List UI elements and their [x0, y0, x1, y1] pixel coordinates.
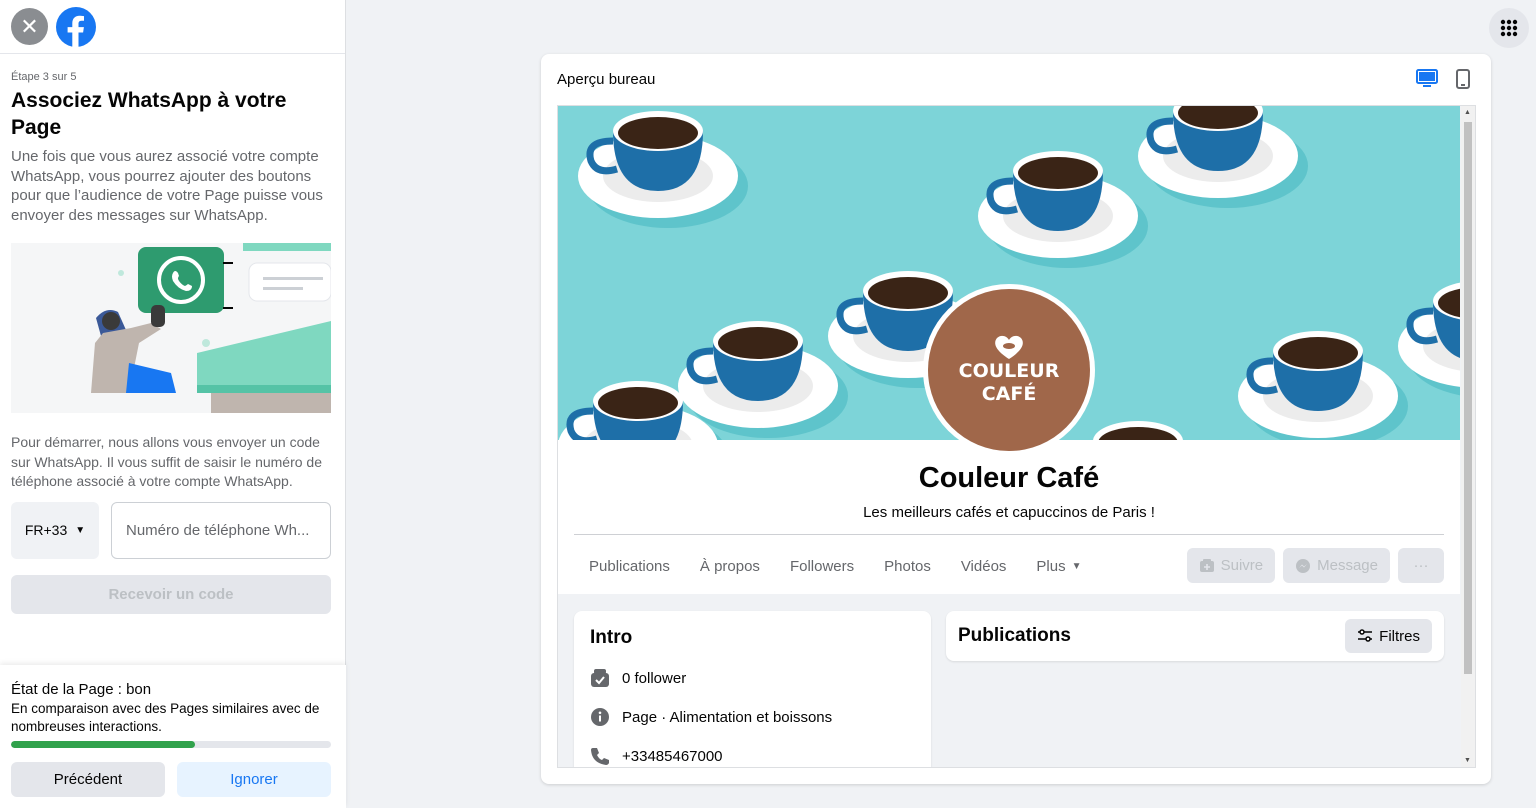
apps-menu-icon[interactable] — [1489, 8, 1529, 48]
panel-description: Une fois que vous aurez associé votre co… — [11, 148, 323, 224]
info-icon — [591, 708, 609, 726]
step-indicator: Étape 3 sur 5 — [11, 71, 77, 83]
tab-followers[interactable]: Followers — [775, 548, 869, 584]
close-icon[interactable]: ✕ — [11, 8, 48, 45]
heart-cup-icon — [995, 335, 1023, 359]
publications-title: Publications — [958, 625, 1071, 646]
facebook-logo-icon[interactable] — [56, 6, 96, 47]
left-content: Étape 3 sur 5 Associez WhatsApp à votre … — [0, 54, 345, 614]
intro-followers-row: 0 follower — [590, 668, 915, 688]
grid-dots-icon — [1500, 19, 1518, 37]
preview-frame: COULEUR CAFÉ Couleur Café Les meilleurs … — [557, 105, 1476, 768]
follow-button[interactable]: Suivre — [1186, 548, 1276, 583]
caret-down-icon: ▼ — [1071, 560, 1082, 572]
message-label: Message — [1317, 557, 1378, 574]
page-tagline: Les meilleurs cafés et capuccinos de Par… — [863, 504, 1155, 521]
follow-icon — [1199, 558, 1214, 572]
receive-code-button[interactable]: Recevoir un code — [11, 574, 331, 614]
preview-scrollbar[interactable]: ▲ ▼ — [1461, 106, 1475, 767]
help-text: Pour démarrer, nous allons vous envoyer … — [11, 434, 322, 489]
scroll-up-icon[interactable]: ▲ — [1464, 109, 1471, 116]
filters-button[interactable]: Filtres — [1345, 619, 1432, 653]
page-tabs: Publications À propos Followers Photos V… — [574, 548, 1097, 584]
intro-title: Intro — [590, 627, 633, 648]
category-label: Page — [622, 708, 658, 726]
tab-photos[interactable]: Photos — [869, 548, 946, 584]
progress-fill — [11, 741, 195, 748]
mobile-icon[interactable] — [1451, 67, 1475, 91]
phone-number: +33485467000 — [622, 747, 723, 765]
intro-phone-row: +33485467000 — [590, 746, 915, 766]
footer-buttons: Précédent Ignorer — [11, 762, 335, 797]
whatsapp-illustration — [11, 243, 331, 413]
profile-picture[interactable]: COULEUR CAFÉ — [923, 284, 1095, 456]
message-button[interactable]: Message — [1283, 548, 1390, 583]
panel-footer: État de la Page : bon En comparaison ave… — [0, 665, 346, 808]
ignore-button[interactable]: Ignorer — [177, 762, 331, 797]
top-bar: ✕ — [0, 0, 345, 54]
phone-row: FR+33 ▼ — [11, 501, 334, 559]
phone-icon — [591, 748, 609, 765]
desktop-preview-card: Aperçu bureau COULEUR CAFÉ Couleur Café … — [541, 54, 1491, 784]
logo-line-1: COULEUR — [958, 360, 1060, 382]
page-state-description: En comparaison avec des Pages similaires… — [11, 701, 320, 734]
page-state-title: État de la Page : bon — [11, 681, 152, 698]
followers-icon — [591, 669, 609, 687]
publications-card: Publications Filtres — [946, 611, 1444, 661]
page-name: Couleur Café — [918, 462, 1100, 494]
category-value: · Alimentation et boissons — [657, 708, 833, 726]
page-header-card: COULEUR CAFÉ Couleur Café Les meilleurs … — [558, 106, 1460, 594]
follow-label: Suivre — [1220, 557, 1264, 574]
page-state-progress — [11, 741, 331, 748]
logo-line-2: CAFÉ — [981, 383, 1037, 405]
tab-about[interactable]: À propos — [685, 548, 775, 584]
left-panel: ✕ Étape 3 sur 5 Associez WhatsApp à votr… — [0, 0, 346, 808]
divider — [574, 534, 1444, 535]
messenger-icon — [1296, 558, 1311, 573]
scroll-down-icon[interactable]: ▼ — [1464, 757, 1471, 764]
more-actions-button[interactable]: ··· — [1398, 548, 1444, 583]
more-dots-icon: ··· — [1413, 557, 1429, 574]
tab-more[interactable]: Plus ▼ — [1021, 548, 1096, 584]
scroll-thumb[interactable] — [1464, 122, 1472, 674]
previous-button[interactable]: Précédent — [11, 762, 165, 797]
filters-icon — [1358, 629, 1373, 642]
country-code-select[interactable]: FR+33 ▼ — [11, 501, 99, 559]
tab-more-label: Plus — [1036, 557, 1066, 575]
preview-header: Aperçu bureau — [541, 54, 1491, 104]
intro-card: Intro 0 follower Page · Alimentation et … — [574, 611, 931, 767]
intro-category-row: Page · Alimentation et boissons — [590, 707, 915, 727]
preview-title: Aperçu bureau — [557, 70, 656, 88]
desktop-icon[interactable] — [1415, 67, 1439, 91]
profile-logo: COULEUR CAFÉ — [928, 289, 1090, 451]
caret-down-icon: ▼ — [75, 524, 86, 536]
followers-count: 0 follower — [622, 669, 687, 687]
tab-publications[interactable]: Publications — [574, 548, 685, 584]
page-actions: Suivre Message ··· — [1186, 548, 1444, 583]
filters-label: Filtres — [1379, 627, 1420, 645]
phone-number-input[interactable] — [111, 501, 331, 559]
tab-videos[interactable]: Vidéos — [946, 548, 1022, 584]
country-code-value: FR+33 — [24, 522, 68, 538]
panel-title: Associez WhatsApp à votre Page — [11, 89, 287, 139]
